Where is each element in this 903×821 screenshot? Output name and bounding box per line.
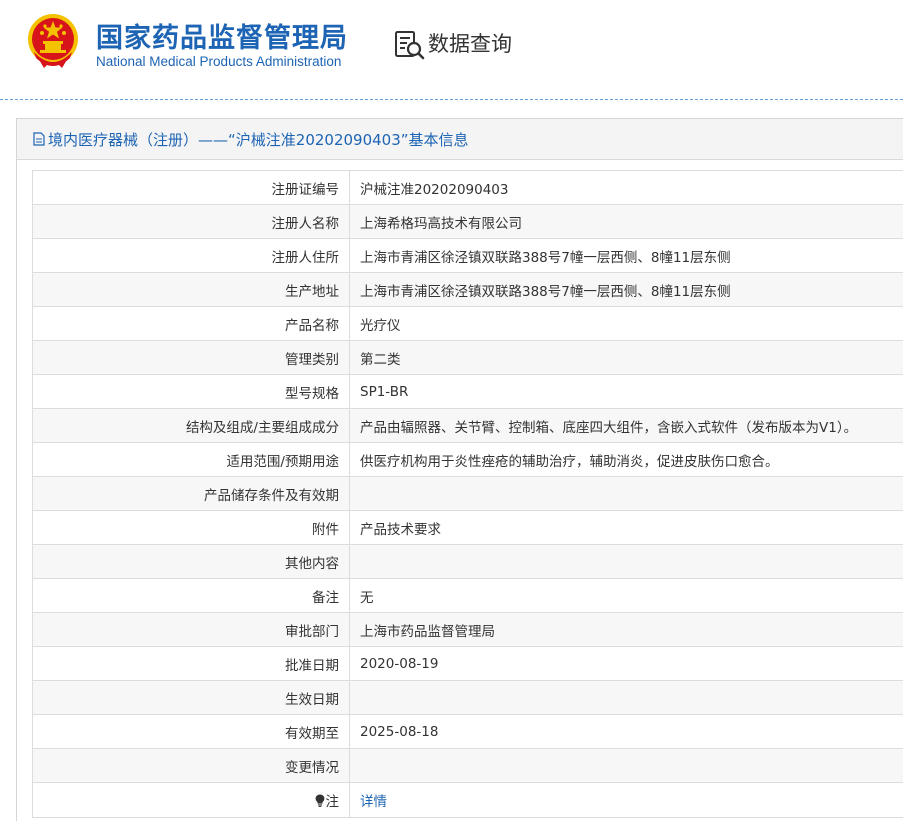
table-row: 批准日期 2020-08-19: [32, 646, 903, 681]
field-value: 供医疗机构用于炎性痤疮的辅助治疗，辅助消炎，促进皮肤伤口愈合。: [349, 442, 903, 477]
field-label: 产品名称: [32, 306, 350, 341]
field-value: 产品由辐照器、关节臂、控制箱、底座四大组件，含嵌入式软件（发布版本为V1）。: [349, 408, 903, 443]
table-row: 备注无: [32, 578, 903, 613]
table-row: 结构及组成/主要组成成分 产品由辐照器、关节臂、控制箱、底座四大组件，含嵌入式软件…: [32, 408, 903, 443]
field-label: 产品储存条件及有效期: [32, 476, 350, 511]
device-info-table: 注册证编号 沪械注准20202090403 注册人名称 上海希格玛高技术有限公司 注册人…: [32, 170, 903, 818]
table-row: 注册人住所 上海市青浦区徐泾镇双联路388号7幢一层西侧、8幢11层东侧: [32, 238, 903, 273]
note-value-cell: 详情: [349, 782, 903, 818]
field-label: 注册人住所: [32, 238, 350, 273]
field-label: 其他内容: [32, 544, 350, 579]
table-row: 生效日期: [32, 680, 903, 715]
field-value: 第二类: [349, 340, 903, 375]
field-label: 批准日期: [32, 646, 350, 681]
field-label: 变更情况: [32, 748, 350, 783]
table-row: 注册证编号 沪械注准20202090403: [32, 170, 903, 205]
field-label: 管理类别: [32, 340, 350, 375]
field-value: 上海市青浦区徐泾镇双联路388号7幢一层西侧、8幢11层东侧: [349, 272, 903, 307]
field-value: 无: [349, 578, 903, 613]
site-title-cn: 国家药品监督管理局: [96, 23, 348, 54]
table-row: 产品储存条件及有效期: [32, 476, 903, 511]
field-label: 型号规格: [32, 374, 350, 409]
table-row: 产品名称 光疗仪: [32, 306, 903, 341]
table-row: 注册人名称 上海希格玛高技术有限公司: [32, 204, 903, 239]
table-row: 有效期至 2025-08-18: [32, 714, 903, 749]
table-row: 审批部门 上海市药品监督管理局: [32, 612, 903, 647]
device-info-panel: 境内医疗器械（注册）——“沪械注准20202090403”基本信息 注册证编号沪…: [16, 118, 903, 821]
site-title-en: National Medical Products Administration: [96, 54, 342, 69]
field-value: 光疗仪: [349, 306, 903, 341]
field-value: 2025-08-18: [349, 714, 903, 749]
note-label: 注: [325, 794, 340, 810]
field-value: [349, 680, 903, 715]
field-value: 沪械注准20202090403: [349, 170, 903, 205]
table-row: 其他内容: [32, 544, 903, 579]
field-label: 附件: [32, 510, 350, 545]
field-label: 生产地址: [32, 272, 350, 307]
field-value: 2020-08-19: [349, 646, 903, 681]
header-divider: [0, 99, 903, 100]
document-icon: [33, 132, 45, 146]
details-link[interactable]: 详情: [360, 794, 387, 810]
table-row: 适用范围/预期用途 供医疗机构用于炎性痤疮的辅助治疗，辅助消炎，促进皮肤伤口愈合。: [32, 442, 903, 477]
field-value: SP1-BR: [349, 374, 903, 409]
field-value: 上海市药品监督管理局: [349, 612, 903, 647]
field-label: 适用范围/预期用途: [32, 442, 350, 477]
field-value: 产品技术要求: [349, 510, 903, 545]
field-label: 有效期至: [32, 714, 350, 749]
table-row: 管理类别 第二类: [32, 340, 903, 375]
national-emblem-icon: [28, 14, 78, 68]
table-row: 变更情况: [32, 748, 903, 783]
panel-title: 境内医疗器械（注册）——“沪械注准20202090403”基本信息: [48, 130, 469, 149]
field-value: [349, 748, 903, 783]
field-label: 生效日期: [32, 680, 350, 715]
field-label: 注册人名称: [32, 204, 350, 239]
site-header: 国家药品监督管理局 National Medical Products Admi…: [0, 0, 903, 100]
field-value: [349, 476, 903, 511]
data-query-label[interactable]: 数据查询: [428, 28, 512, 58]
lightbulb-icon: [315, 794, 324, 807]
field-label: 备注: [32, 578, 350, 613]
panel-header: 境内医疗器械（注册）——“沪械注准20202090403”基本信息: [17, 119, 903, 160]
field-value: 上海市青浦区徐泾镇双联路388号7幢一层西侧、8幢11层东侧: [349, 238, 903, 273]
data-query-icon[interactable]: [394, 30, 426, 60]
field-label: 结构及组成/主要组成成分: [32, 408, 350, 443]
table-row-note: 注 详情: [32, 782, 903, 818]
field-label: 注册证编号: [32, 170, 350, 205]
table-row: 型号规格 SP1-BR: [32, 374, 903, 409]
table-row: 生产地址 上海市青浦区徐泾镇双联路388号7幢一层西侧、8幢11层东侧: [32, 272, 903, 307]
table-row: 附件 产品技术要求: [32, 510, 903, 545]
note-label-cell: 注: [32, 782, 350, 818]
field-label: 审批部门: [32, 612, 350, 647]
field-value: [349, 544, 903, 579]
field-value: 上海希格玛高技术有限公司: [349, 204, 903, 239]
